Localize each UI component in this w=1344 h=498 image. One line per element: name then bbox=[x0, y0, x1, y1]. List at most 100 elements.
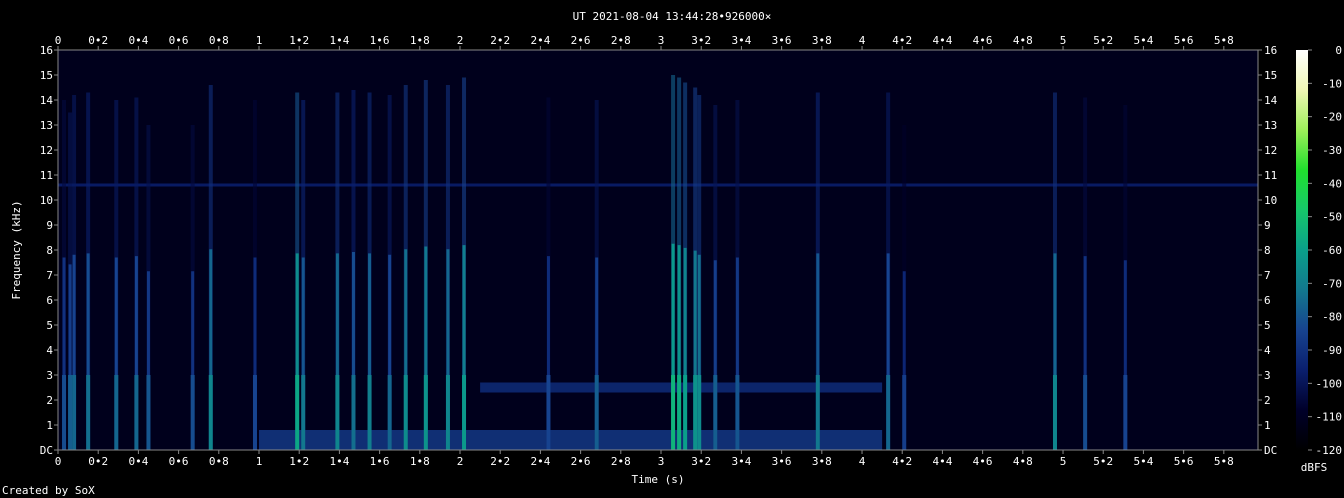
x-tick-label: 3•2 bbox=[691, 455, 711, 468]
transient-streak bbox=[445, 85, 450, 450]
colorbar-tick-label: -10 bbox=[1322, 77, 1342, 90]
transient-streak bbox=[677, 77, 682, 450]
y-tick-label: 4 bbox=[46, 344, 53, 357]
y-tick-label: 9 bbox=[46, 219, 53, 232]
y-tick-label: 8 bbox=[46, 244, 53, 257]
colorbar bbox=[1296, 50, 1308, 450]
x-tick-label: 2•6 bbox=[571, 34, 591, 47]
transient-streak bbox=[208, 85, 213, 450]
y-tick-label: 16 bbox=[40, 44, 53, 57]
y-tick-label: 11 bbox=[1264, 169, 1277, 182]
transient-streak bbox=[462, 77, 467, 450]
transient-streak bbox=[190, 125, 195, 450]
x-tick-label: 3•6 bbox=[772, 455, 792, 468]
y-axis-label: Frequency (kHz) bbox=[10, 200, 23, 299]
plot-marks bbox=[58, 50, 1258, 450]
x-tick-label: 1•8 bbox=[410, 455, 430, 468]
y-tick-label: 15 bbox=[1264, 69, 1277, 82]
x-tick-label: 0•6 bbox=[169, 34, 189, 47]
y-tick-label: 6 bbox=[46, 294, 53, 307]
x-tick-label: 4•2 bbox=[892, 455, 912, 468]
x-tick-label: 0•6 bbox=[169, 455, 189, 468]
x-tick-label: 5•2 bbox=[1093, 455, 1113, 468]
x-tick-label: 1•6 bbox=[370, 34, 390, 47]
colorbar-tick-label: -100 bbox=[1316, 377, 1343, 390]
colorbar-tick-label: -90 bbox=[1322, 344, 1342, 357]
x-tick-label: 3•8 bbox=[812, 455, 832, 468]
y-tick-label: 3 bbox=[46, 369, 53, 382]
x-tick-label: 0•4 bbox=[128, 34, 148, 47]
colorbar-ticks: 0 -10 -20 -30 -40 -50 -60 -70 -80 -90 -100 -110 -120 bbox=[1308, 44, 1342, 457]
colorbar-tick-label: -40 bbox=[1322, 177, 1342, 190]
x-tick-label: 2•2 bbox=[490, 34, 510, 47]
transient-streak bbox=[713, 105, 718, 450]
colorbar-tick-label: 0 bbox=[1335, 44, 1342, 57]
sustained-band bbox=[480, 382, 883, 393]
x-tick-label: 4•6 bbox=[973, 455, 993, 468]
x-tick-label: 5•2 bbox=[1093, 34, 1113, 47]
transient-streak bbox=[546, 97, 551, 450]
credit-text: Created by SoX bbox=[2, 484, 95, 497]
x-tick-label: 1•6 bbox=[370, 455, 390, 468]
x-tick-label: 0•8 bbox=[209, 455, 229, 468]
y-tick-label: 12 bbox=[1264, 144, 1277, 157]
x-tick-label: 2 bbox=[457, 34, 464, 47]
y-tick-label: 7 bbox=[1264, 269, 1271, 282]
x-tick-label: 0 bbox=[55, 34, 62, 47]
y-tick-label: 2 bbox=[1264, 394, 1271, 407]
colorbar-tick-label: -70 bbox=[1322, 277, 1342, 290]
transient-streak bbox=[886, 92, 891, 450]
transient-streak bbox=[1123, 105, 1128, 450]
x-tick-label: 1•2 bbox=[289, 455, 309, 468]
transient-streak bbox=[62, 100, 67, 450]
x-tick-label: 3•4 bbox=[731, 455, 751, 468]
x-axis-label: Time (s) bbox=[632, 473, 685, 486]
y-tick-label: 13 bbox=[40, 119, 53, 132]
x-tick-label: 4•8 bbox=[1013, 34, 1033, 47]
y-tick-label: 10 bbox=[40, 194, 53, 207]
y-tick-label: 6 bbox=[1264, 294, 1271, 307]
x-tick-label: 0•2 bbox=[88, 34, 108, 47]
transient-streak bbox=[815, 92, 820, 450]
transient-streak bbox=[301, 100, 306, 450]
x-tick-label: 3•8 bbox=[812, 34, 832, 47]
y-tick-label: 5 bbox=[1264, 319, 1271, 332]
tone-band bbox=[58, 183, 1258, 187]
transient-streak bbox=[252, 100, 257, 450]
transient-streak bbox=[697, 95, 702, 450]
x-tick-label: 1 bbox=[256, 34, 263, 47]
y-tick-label: DC bbox=[40, 444, 53, 457]
colorbar-tick-label: -20 bbox=[1322, 111, 1342, 124]
colorbar-label: dBFS bbox=[1301, 461, 1328, 474]
transient-streak bbox=[295, 92, 300, 450]
x-tick-label: 5•8 bbox=[1214, 455, 1234, 468]
x-tick-label: 0•2 bbox=[88, 455, 108, 468]
x-tick-label: 4 bbox=[859, 455, 866, 468]
transient-streak bbox=[1052, 92, 1057, 450]
y-tick-label: 8 bbox=[1264, 244, 1271, 257]
transient-streak bbox=[387, 95, 392, 450]
colorbar-tick-label: -60 bbox=[1322, 244, 1342, 257]
y-tick-label: 5 bbox=[46, 319, 53, 332]
x-tick-label: 3 bbox=[658, 455, 665, 468]
x-tick-label: 5•8 bbox=[1214, 34, 1234, 47]
x-tick-label: 5•4 bbox=[1133, 455, 1153, 468]
transient-streak bbox=[335, 92, 340, 450]
x-tick-label: 5•6 bbox=[1174, 455, 1194, 468]
y-tick-label: 12 bbox=[40, 144, 53, 157]
y-tick-label: 10 bbox=[1264, 194, 1277, 207]
transient-streak bbox=[351, 90, 356, 450]
x-tick-label: 1•2 bbox=[289, 34, 309, 47]
transient-streak bbox=[735, 100, 740, 450]
y-tick-label: 1 bbox=[1264, 419, 1271, 432]
y-tick-label: 11 bbox=[40, 169, 53, 182]
transient-streak bbox=[86, 92, 91, 450]
x-tick-label: 1 bbox=[256, 455, 263, 468]
chart-title: UT 2021-08-04 13:44:28•926000× bbox=[573, 10, 772, 23]
y-tick-label: 14 bbox=[1264, 94, 1278, 107]
x-tick-label: 3•6 bbox=[772, 34, 792, 47]
transient-streak bbox=[68, 112, 73, 450]
x-tick-label: 4•2 bbox=[892, 34, 912, 47]
y-tick-label: 14 bbox=[40, 94, 54, 107]
transient-streak bbox=[671, 75, 676, 450]
